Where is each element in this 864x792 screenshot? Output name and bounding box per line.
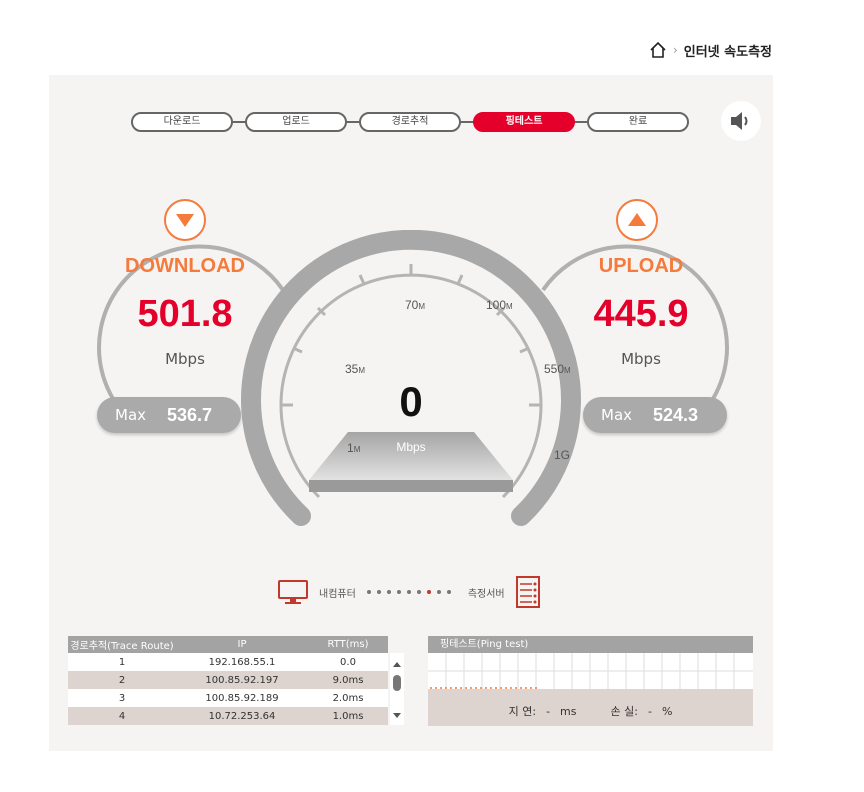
chevron-right-icon: › xyxy=(672,43,678,57)
tick-label-1g: 1G xyxy=(554,448,570,462)
table-row: 3 100.85.92.189 2.0ms xyxy=(68,689,388,707)
scroll-thumb xyxy=(393,675,401,691)
table-row: 1 192.168.55.1 0.0 xyxy=(68,653,388,671)
speed-gauge: 1M 35M 70M 100M 550M 1G 0 Mbps xyxy=(241,230,581,526)
ip-cell: 100.85.92.197 xyxy=(176,671,308,689)
step-progress: 다운로드 업로드 경로추적 핑테스트 완료 xyxy=(131,111,691,133)
trace-header-hop: 경로추적(Trace Route) xyxy=(68,636,176,653)
upload-max-value: 524.3 xyxy=(653,404,699,425)
scroll-down-icon xyxy=(393,713,401,718)
server-label: 측정서버 xyxy=(467,588,505,600)
rtt-cell: 9.0ms xyxy=(308,671,388,689)
trace-header-rtt: RTT(ms) xyxy=(308,636,388,653)
download-max-label: Max xyxy=(115,406,147,424)
table-row: 2 100.85.92.197 9.0ms xyxy=(68,671,388,689)
trace-scrollbar[interactable] xyxy=(390,653,404,725)
ping-stats: 지 연: - ms 손 실: - % xyxy=(428,696,753,726)
ip-cell: 100.85.92.189 xyxy=(176,689,308,707)
ping-title: 핑테스트(Ping test) xyxy=(428,636,753,653)
ip-cell: 10.72.253.64 xyxy=(176,707,308,725)
network-path: 내컴퓨터 측정서버 xyxy=(277,575,541,609)
breadcrumb-current: 인터넷 속도측정 xyxy=(683,44,772,60)
rtt-cell: 1.0ms xyxy=(308,707,388,725)
step-pingtest: 핑테스트 xyxy=(473,112,575,132)
latency-unit: ms xyxy=(560,704,577,718)
home-icon[interactable] xyxy=(649,41,667,59)
step-download: 다운로드 xyxy=(131,112,233,132)
scroll-up-icon xyxy=(393,662,401,667)
connection-dots xyxy=(366,590,451,594)
gauge-unit: Mbps xyxy=(396,440,425,454)
ip-cell: 192.168.55.1 xyxy=(176,653,308,671)
rtt-cell: 2.0ms xyxy=(308,689,388,707)
loss-unit: % xyxy=(661,704,673,718)
client-label: 내컴퓨터 xyxy=(319,588,356,600)
ping-test-panel: 핑테스트(Ping test) 지 연: - ms 손 실: - % xyxy=(428,636,753,726)
speaker-icon xyxy=(731,112,748,130)
latency-value: - xyxy=(546,704,551,718)
breadcrumb: › 인터넷 속도측정 xyxy=(649,40,772,60)
server-icon xyxy=(515,576,540,608)
speed-test-panel: 다운로드 업로드 경로추적 핑테스트 완료 DOWNLOAD 501.8 Mbp… xyxy=(49,75,773,751)
download-max-value: 536.7 xyxy=(167,404,213,425)
upload-max-label: Max xyxy=(601,406,633,424)
sound-toggle-button[interactable] xyxy=(721,101,761,141)
upload-max-badge: Max 524.3 xyxy=(583,397,727,433)
tick-label-100m: 100M xyxy=(486,298,513,312)
hop-cell: 2 xyxy=(68,671,176,689)
latency-label: 지 연: xyxy=(508,705,537,718)
gauge-value: 0 xyxy=(399,378,422,425)
hop-cell: 3 xyxy=(68,689,176,707)
step-complete: 완료 xyxy=(587,112,689,132)
step-upload: 업로드 xyxy=(245,112,347,132)
loss-value: - xyxy=(647,704,652,718)
trace-header-ip: IP xyxy=(176,636,308,653)
hop-cell: 1 xyxy=(68,653,176,671)
tick-label-35m: 35M xyxy=(345,362,365,376)
step-traceroute: 경로추적 xyxy=(359,112,461,132)
ping-graph xyxy=(428,653,753,689)
computer-icon xyxy=(278,580,308,604)
download-max-badge: Max 536.7 xyxy=(97,397,241,433)
rtt-cell: 0.0 xyxy=(308,653,388,671)
table-row: 4 10.72.253.64 1.0ms xyxy=(68,707,388,725)
trace-route-table: 경로추적(Trace Route) IP RTT(ms) 1 192.168.5… xyxy=(68,636,404,725)
hop-cell: 4 xyxy=(68,707,176,725)
tick-label-70m: 70M xyxy=(405,298,425,312)
loss-label: 손 실: xyxy=(610,705,638,718)
